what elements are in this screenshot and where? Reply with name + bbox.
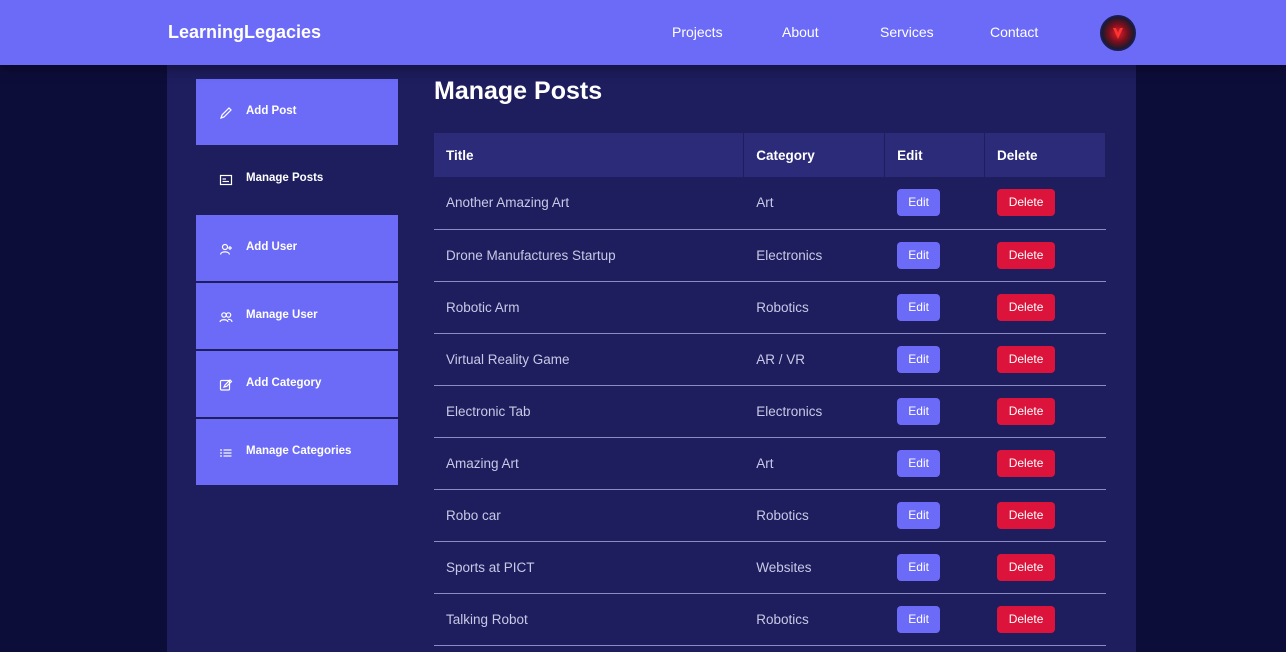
delete-button[interactable]: Delete bbox=[997, 605, 1056, 633]
sidebar-item-label: Add User bbox=[246, 241, 298, 253]
post-category-cell: Art bbox=[743, 177, 886, 230]
post-category-cell: Robotics bbox=[743, 281, 886, 334]
post-title-cell: Amazing Art bbox=[434, 437, 745, 490]
edit-button[interactable]: Edit bbox=[897, 241, 941, 269]
post-title-cell: Sports at PICT bbox=[434, 541, 745, 594]
edit-cell: Edit bbox=[884, 385, 986, 438]
posts-table: Title Category Edit Delete Another Amazi… bbox=[434, 133, 1106, 646]
table-row: Virtual Reality Game AR / VR Edit Delete bbox=[434, 333, 1106, 386]
edit-cell: Edit bbox=[884, 281, 986, 334]
delete-cell: Delete bbox=[984, 385, 1106, 438]
edit-button[interactable]: Edit bbox=[897, 293, 941, 321]
edit-cell: Edit bbox=[884, 333, 986, 386]
post-title-cell: Drone Manufactures Startup bbox=[434, 229, 745, 282]
table-header: Title Category Edit Delete bbox=[434, 133, 1106, 177]
table-row: Another Amazing Art Art Edit Delete bbox=[434, 177, 1106, 230]
nav-link-contact[interactable]: Contact bbox=[990, 24, 1038, 40]
delete-button[interactable]: Delete bbox=[997, 553, 1056, 581]
edit-cell: Edit bbox=[884, 229, 986, 282]
delete-button[interactable]: Delete bbox=[997, 501, 1056, 529]
sidebar-item-label: Add Category bbox=[246, 377, 322, 389]
table-row: Talking Robot Robotics Edit Delete bbox=[434, 593, 1106, 646]
main-container: Add Post Manage Posts Add User Manage Us… bbox=[167, 65, 1136, 652]
nav-link-services[interactable]: Services bbox=[880, 24, 934, 40]
post-category-cell: AR / VR bbox=[743, 333, 886, 386]
edit-button[interactable]: Edit bbox=[897, 345, 941, 373]
delete-cell: Delete bbox=[984, 593, 1106, 646]
edit-button[interactable]: Edit bbox=[897, 501, 941, 529]
edit-cell: Edit bbox=[884, 489, 986, 542]
sidebar-item-manage-posts[interactable]: Manage Posts bbox=[196, 146, 398, 213]
sidebar-item-label: Manage Posts bbox=[246, 172, 324, 184]
edit-cell: Edit bbox=[884, 541, 986, 594]
sidebar-item-label: Manage User bbox=[246, 309, 318, 321]
table-row: Amazing Art Art Edit Delete bbox=[434, 437, 1106, 490]
table-row: Robo car Robotics Edit Delete bbox=[434, 489, 1106, 542]
delete-cell: Delete bbox=[984, 437, 1106, 490]
delete-cell: Delete bbox=[984, 541, 1106, 594]
delete-cell: Delete bbox=[984, 281, 1106, 334]
post-category-cell: Robotics bbox=[743, 593, 886, 646]
delete-cell: Delete bbox=[984, 177, 1106, 230]
nav-link-projects[interactable]: Projects bbox=[672, 24, 723, 40]
top-navbar: LearningLegacies Projects About Services… bbox=[0, 0, 1286, 65]
avatar[interactable] bbox=[1100, 15, 1136, 51]
edit-cell: Edit bbox=[884, 177, 986, 230]
site-logo[interactable]: LearningLegacies bbox=[168, 22, 321, 43]
column-header-edit: Edit bbox=[884, 133, 986, 177]
delete-button[interactable]: Delete bbox=[997, 449, 1056, 477]
users-icon bbox=[219, 312, 233, 323]
edit-cell: Edit bbox=[884, 437, 986, 490]
table-body: Another Amazing Art Art Edit Delete Drone Ma… bbox=[434, 177, 1106, 646]
pencil-icon bbox=[220, 107, 232, 119]
sidebar-item-add-user[interactable]: Add User bbox=[196, 215, 398, 282]
post-category-cell: Websites bbox=[743, 541, 886, 594]
sidebar-item-add-category[interactable]: Add Category bbox=[196, 351, 398, 418]
delete-button[interactable]: Delete bbox=[997, 293, 1056, 321]
add-user-icon bbox=[219, 243, 232, 255]
edit-button[interactable]: Edit bbox=[897, 189, 941, 217]
edit-button[interactable]: Edit bbox=[897, 553, 941, 581]
delete-cell: Delete bbox=[984, 333, 1106, 386]
table-row: Drone Manufactures Startup Electronics Edi… bbox=[434, 229, 1106, 282]
post-title-cell: Robo car bbox=[434, 489, 745, 542]
posts-icon bbox=[219, 174, 233, 186]
edit-cell: Edit bbox=[884, 593, 986, 646]
sidebar-item-manage-user[interactable]: Manage User bbox=[196, 283, 398, 350]
edit-box-icon bbox=[219, 379, 233, 391]
delete-cell: Delete bbox=[984, 489, 1106, 542]
sidebar-item-label: Add Post bbox=[246, 105, 297, 117]
column-header-title: Title bbox=[434, 133, 745, 177]
delete-cell: Delete bbox=[984, 229, 1106, 282]
post-category-cell: Art bbox=[743, 437, 886, 490]
post-title-cell: Electronic Tab bbox=[434, 385, 745, 438]
table-row: Sports at PICT Websites Edit Delete bbox=[434, 541, 1106, 594]
avatar-image-icon bbox=[1113, 28, 1123, 39]
sidebar-item-manage-categories[interactable]: Manage Categories bbox=[196, 419, 398, 486]
post-category-cell: Electronics bbox=[743, 229, 886, 282]
post-category-cell: Robotics bbox=[743, 489, 886, 542]
column-header-delete: Delete bbox=[984, 133, 1106, 177]
delete-button[interactable]: Delete bbox=[997, 241, 1056, 269]
table-row: Electronic Tab Electronics Edit Delete bbox=[434, 385, 1106, 438]
post-title-cell: Another Amazing Art bbox=[434, 177, 745, 230]
post-title-cell: Virtual Reality Game bbox=[434, 333, 745, 386]
post-title-cell: Talking Robot bbox=[434, 593, 745, 646]
delete-button[interactable]: Delete bbox=[997, 345, 1056, 373]
post-category-cell: Electronics bbox=[743, 385, 886, 438]
sidebar-item-add-post[interactable]: Add Post bbox=[196, 79, 398, 146]
delete-button[interactable]: Delete bbox=[997, 189, 1056, 217]
delete-button[interactable]: Delete bbox=[997, 397, 1056, 425]
post-title-cell: Robotic Arm bbox=[434, 281, 745, 334]
table-row: Robotic Arm Robotics Edit Delete bbox=[434, 281, 1106, 334]
page-title: Manage Posts bbox=[434, 77, 603, 105]
list-icon bbox=[220, 449, 232, 457]
column-header-category: Category bbox=[743, 133, 886, 177]
edit-button[interactable]: Edit bbox=[897, 449, 941, 477]
edit-button[interactable]: Edit bbox=[897, 605, 941, 633]
nav-link-about[interactable]: About bbox=[782, 24, 819, 40]
edit-button[interactable]: Edit bbox=[897, 397, 941, 425]
table-header-row: Title Category Edit Delete bbox=[434, 133, 1106, 177]
sidebar-item-label: Manage Categories bbox=[246, 445, 352, 457]
